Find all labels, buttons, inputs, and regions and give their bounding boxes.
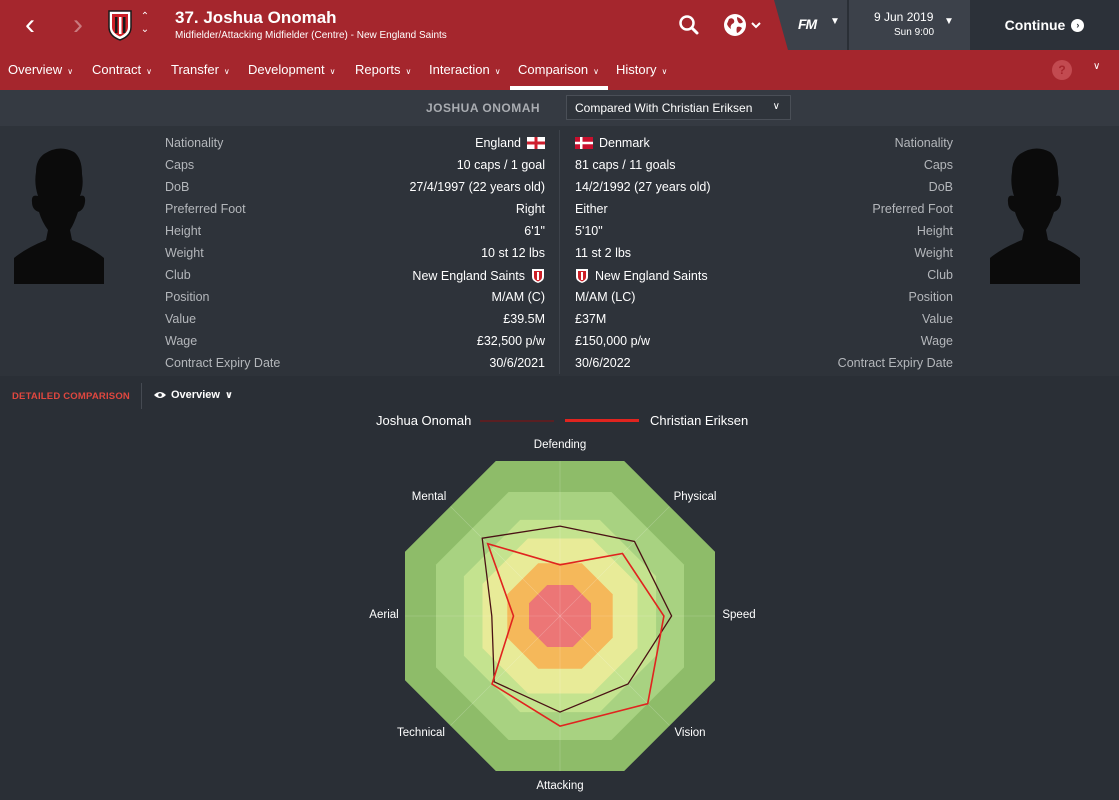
tab-reports[interactable]: Reports ∨ <box>355 62 411 77</box>
current-date[interactable]: 9 Jun 2019 <box>874 10 933 24</box>
current-time: Sun 9:00 <box>894 27 935 38</box>
info-row: New England Saints Club <box>575 265 953 287</box>
info-row: 11 st 2 lbs Weight <box>575 246 953 260</box>
back-arrow-icon[interactable]: ‹ <box>16 10 44 40</box>
tab-development[interactable]: Development ∨ <box>248 62 335 77</box>
continue-label: Continue <box>1004 17 1066 33</box>
tab-interaction[interactable]: Interaction ∨ <box>429 62 501 77</box>
club-crest-icon[interactable] <box>106 9 134 41</box>
comparison-header: JOSHUA ONOMAH Compared With Christian Er… <box>0 90 1119 126</box>
compare-with-dropdown[interactable]: Compared With Christian Eriksen ∨ <box>566 95 791 120</box>
club-crest-icon[interactable] <box>575 268 589 284</box>
info-row: Value £39.5M <box>165 312 545 326</box>
tab-history[interactable]: History ∨ <box>616 62 667 77</box>
chevron-down-icon: ∨ <box>593 67 599 76</box>
info-row: M/AM (LC) Position <box>575 290 953 304</box>
search-icon[interactable] <box>676 12 702 38</box>
club-link[interactable]: New England Saints <box>412 269 525 283</box>
legend-line-player-a <box>480 420 554 422</box>
radar-axis-label: Mental <box>411 491 447 503</box>
radar-chart-svg <box>405 461 715 771</box>
info-row: Denmark Nationality <box>575 133 953 155</box>
chevron-down-icon: ∨ <box>661 67 668 76</box>
info-row: 81 caps / 11 goals Caps <box>575 158 953 172</box>
view-dropdown-label: Overview <box>171 389 220 401</box>
chevron-down-icon: ∨ <box>405 67 412 76</box>
radar-chart: Defending Physical Speed Vision Attacking Tec… <box>355 432 765 800</box>
info-divider <box>559 130 560 374</box>
england-flag-icon <box>527 137 545 149</box>
tab-overview[interactable]: Overview ∨ <box>8 62 73 77</box>
player-silhouette-left <box>14 148 104 284</box>
radar-axis-label: Aerial <box>369 609 399 621</box>
player-switch-arrows-icon[interactable]: ⌃ ⌄ <box>138 10 152 40</box>
continue-button[interactable]: Continue › <box>970 0 1119 50</box>
radar-axis-label: Vision <box>674 727 706 739</box>
info-row: Nationality England <box>165 133 545 155</box>
player-name-label: JOSHUA ONOMAH <box>426 101 541 115</box>
chevron-down-icon: ∨ <box>146 67 152 76</box>
forward-arrow-icon[interactable]: › <box>64 10 92 40</box>
info-row: Caps 10 caps / 1 goal <box>165 158 545 172</box>
player-silhouette-right <box>990 148 1080 284</box>
denmark-flag-icon <box>575 137 593 149</box>
info-row: Height 6'1" <box>165 224 545 238</box>
tab-transfer[interactable]: Transfer ∨ <box>171 62 230 77</box>
legend-label-player-b: Christian Eriksen <box>650 413 749 428</box>
tab-contract[interactable]: Contract ∨ <box>92 62 152 77</box>
radar-axis-label: Technical <box>397 727 445 739</box>
info-row: Position M/AM (C) <box>165 290 545 304</box>
info-row: Preferred Foot Right <box>165 202 545 216</box>
info-row: 5'10" Height <box>575 224 953 238</box>
chevron-down-icon[interactable]: ∨ <box>1093 61 1100 72</box>
club-link[interactable]: New England Saints <box>595 269 708 283</box>
player-subtitle: Midfielder/Attacking Midfielder (Centre)… <box>175 30 447 41</box>
top-bar: ‹ › ⌃ ⌄ 37. Joshua Onomah Midfielder/Atta… <box>0 0 1119 50</box>
globe-icon[interactable] <box>722 12 766 38</box>
tab-bar: Overview ∨ Contract ∨ Transfer ∨ Developmen… <box>0 50 1119 90</box>
info-row: £37M Value <box>575 312 953 326</box>
info-row: Club New England Saints <box>165 265 545 287</box>
chevron-down-icon: ∨ <box>329 67 336 76</box>
info-row: £150,000 p/w Wage <box>575 334 953 348</box>
info-row: Contract Expiry Date 30/6/2021 <box>165 356 545 370</box>
radar-axis-label: Attacking <box>536 780 584 792</box>
radar-axis-label: Speed <box>722 609 756 621</box>
info-row: DoB 27/4/1997 (22 years old) <box>165 180 545 194</box>
fm-logo[interactable]: FM <box>798 16 817 32</box>
chevron-down-icon: ∨ <box>223 67 230 76</box>
divider <box>141 383 142 409</box>
info-row: Wage £32,500 p/w <box>165 334 545 348</box>
eye-icon <box>154 392 166 398</box>
legend-label-player-a: Joshua Onomah <box>376 413 472 428</box>
view-dropdown[interactable]: Overview ∨ <box>154 389 233 401</box>
chevron-down-icon: ∨ <box>772 101 780 112</box>
club-crest-icon[interactable] <box>531 268 545 284</box>
chevron-down-icon: ∨ <box>494 67 501 76</box>
page-title: 37. Joshua Onomah <box>175 8 337 27</box>
info-row: Weight 10 st 12 lbs <box>165 246 545 260</box>
legend-line-player-b <box>565 419 639 422</box>
radar-axis-label: Defending <box>533 439 587 451</box>
info-row: 30/6/2022 Contract Expiry Date <box>575 356 953 370</box>
help-icon[interactable]: ? <box>1052 60 1072 80</box>
section-label: DETAILED COMPARISON <box>12 391 130 402</box>
game-status-panel: FM ▼ 9 Jun 2019 Sun 9:00 ▼ Continue › <box>774 0 1119 50</box>
chevron-down-icon[interactable]: ▼ <box>944 16 954 27</box>
chevron-down-icon: ∨ <box>67 67 74 76</box>
tab-comparison[interactable]: Comparison ∨ <box>518 62 599 77</box>
radar-axis-label: Physical <box>673 491 717 503</box>
info-row: 14/2/1992 (27 years old) DoB <box>575 180 953 194</box>
chevron-down-icon: ∨ <box>224 389 234 401</box>
info-row: Either Preferred Foot <box>575 202 953 216</box>
arrow-right-circle-icon: › <box>1071 18 1085 32</box>
chevron-down-icon[interactable]: ▼ <box>830 16 840 27</box>
compare-with-label: Compared With Christian Eriksen <box>575 101 753 115</box>
